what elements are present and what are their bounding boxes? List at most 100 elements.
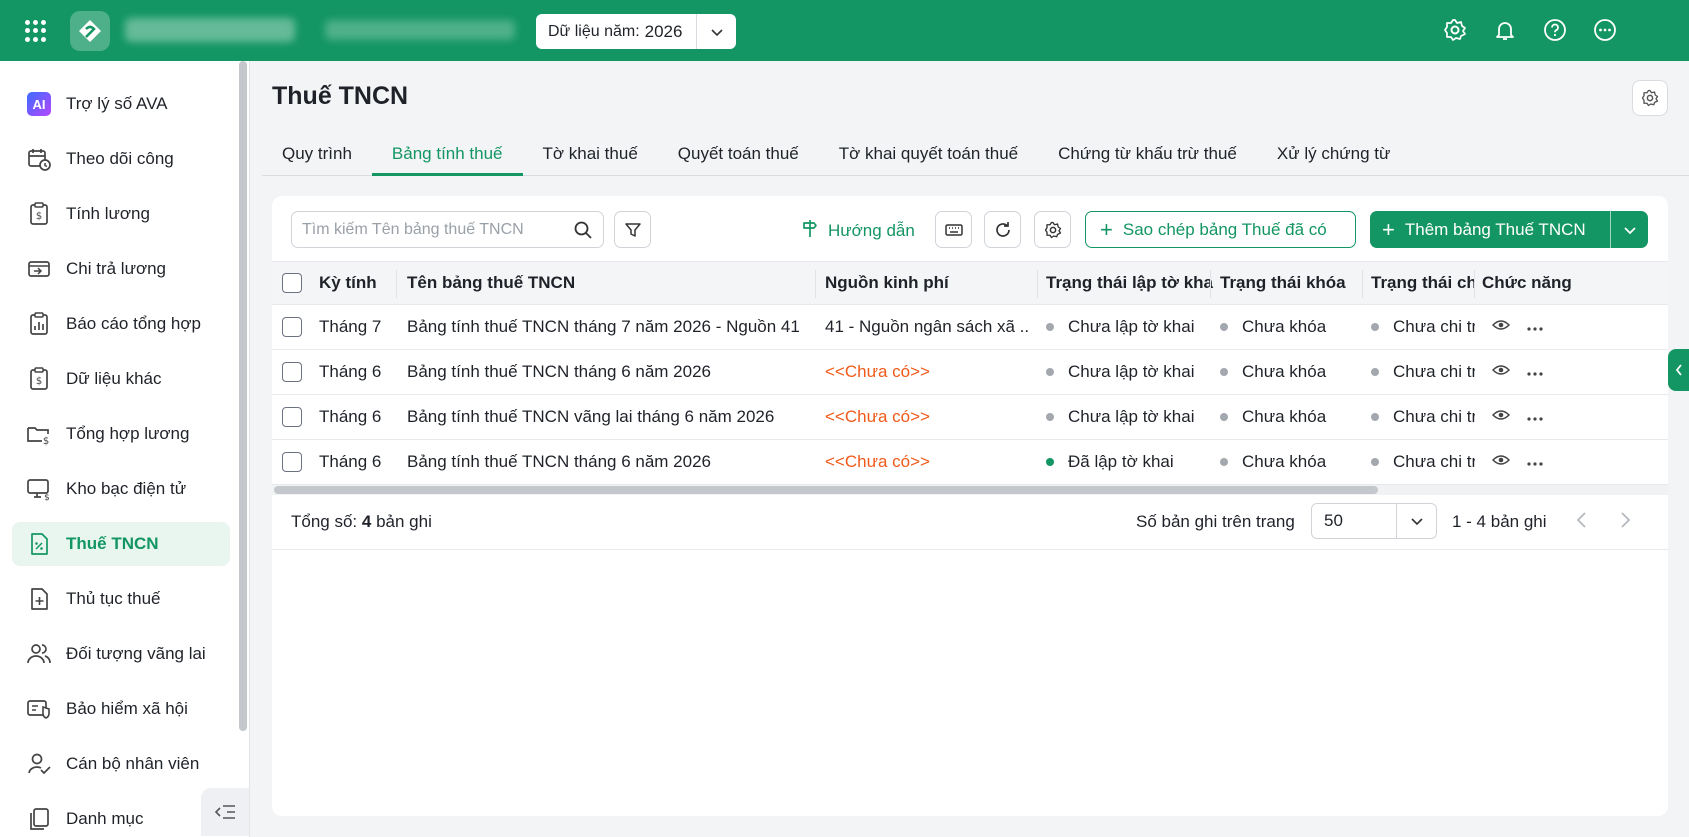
year-select[interactable]: Dữ liệu năm: 2026 [536, 14, 736, 49]
filter-button[interactable] [614, 211, 651, 248]
add-tax-table-button[interactable]: + Thêm bảng Thuế TNCN [1370, 211, 1648, 248]
table-row[interactable]: Tháng 6 Bảng tính thuế TNCN tháng 6 năm … [272, 350, 1668, 395]
tab-voucher-processing[interactable]: Xử lý chứng từ [1257, 134, 1411, 176]
refresh-button[interactable] [984, 211, 1021, 248]
view-eye-icon[interactable] [1492, 361, 1511, 384]
sidebar-item-catalog[interactable]: Danh mục [12, 797, 230, 837]
tab-withholding-voucher[interactable]: Chứng từ khấu trừ thuế [1038, 134, 1257, 176]
sidebar-item-treasury[interactable]: $ Kho bạc điện tử [12, 467, 230, 511]
sidebar-item-other-data[interactable]: $ Dữ liệu khác [12, 357, 230, 401]
header-declaration-status[interactable]: Trạng thái lập tờ khai [1046, 262, 1214, 304]
page-settings-icon[interactable] [1632, 80, 1668, 116]
search-icon[interactable] [573, 220, 593, 245]
chevron-down-icon[interactable] [1396, 504, 1436, 538]
sidebar-item-ava[interactable]: AI Trợ lý số AVA [12, 82, 230, 126]
row-checkbox[interactable] [282, 350, 302, 394]
settings-gear-icon[interactable] [1441, 16, 1469, 44]
status-dot [1371, 458, 1379, 466]
expand-right-panel-icon[interactable] [1668, 349, 1689, 391]
table-row[interactable]: Tháng 6 Bảng tính thuế TNCN tháng 6 năm … [272, 440, 1668, 485]
guide-link[interactable]: Hướng dẫn [800, 218, 915, 243]
total-records: Tổng số: 4 bản ghi [291, 512, 432, 532]
cell-table-name[interactable]: Bảng tính thuế TNCN tháng 6 năm 2026 [407, 350, 807, 394]
declaration-status-text: Chưa lập tờ khai [1068, 362, 1195, 381]
next-page-icon[interactable] [1615, 510, 1635, 535]
sidebar-item-non-resident[interactable]: Đối tượng vãng lai [12, 632, 230, 676]
declaration-status-text: Chưa lập tờ khai [1068, 407, 1195, 426]
view-eye-icon[interactable] [1492, 451, 1511, 474]
sidebar-item-social-insurance[interactable]: Bảo hiểm xã hội [12, 687, 230, 731]
users-icon [26, 641, 52, 667]
collapse-sidebar-icon[interactable] [201, 788, 249, 836]
sidebar-item-label: Bảo hiểm xã hội [66, 699, 188, 718]
organization-name-blurred [325, 20, 515, 40]
cell-actions [1492, 440, 1562, 484]
header-lock-status[interactable]: Trạng thái khóa [1220, 262, 1360, 304]
select-all-checkbox[interactable] [282, 262, 302, 304]
lock-status-text: Chưa khóa [1242, 452, 1327, 471]
calendar-clock-icon [26, 146, 52, 172]
more-actions-icon[interactable] [1526, 317, 1544, 337]
table-settings-button[interactable] [1034, 211, 1071, 248]
add-dropdown-chevron-icon[interactable] [1610, 211, 1648, 248]
tab-finalization-declaration[interactable]: Tờ khai quyết toán thuế [819, 134, 1038, 176]
tab-tax-table[interactable]: Bảng tính thuế [371, 134, 523, 176]
chevron-down-icon[interactable] [696, 14, 736, 49]
tab-tax-finalization[interactable]: Quyết toán thuế [658, 134, 819, 176]
more-options-icon[interactable] [1591, 16, 1619, 44]
sidebar-item-label: Theo dõi công [66, 149, 174, 168]
per-page-select[interactable]: 50 [1311, 503, 1437, 539]
sidebar-scrollbar[interactable] [239, 61, 247, 731]
bell-icon[interactable] [1491, 16, 1519, 44]
table-row[interactable]: Tháng 6 Bảng tính thuế TNCN vãng lai thá… [272, 395, 1668, 440]
sidebar-item-tax-procedure[interactable]: Thủ tục thuế [12, 577, 230, 621]
payment-status-text: Chưa chi trả [1393, 362, 1475, 381]
header-funding-source[interactable]: Nguồn kinh phí [825, 262, 1030, 304]
scrollbar-thumb[interactable] [274, 486, 1378, 494]
sidebar-item-report[interactable]: Báo cáo tổng hợp [12, 302, 230, 346]
search-input[interactable] [302, 220, 562, 239]
sidebar-item-salary-calc[interactable]: $ Tính lương [12, 192, 230, 236]
tab-process[interactable]: Quy trình [262, 134, 372, 176]
row-checkbox[interactable] [282, 440, 302, 484]
status-dot [1220, 413, 1228, 421]
app-logo[interactable] [70, 11, 110, 51]
cell-lock-status: Chưa khóa [1220, 350, 1360, 394]
view-eye-icon[interactable] [1492, 316, 1511, 339]
insurance-icon [26, 696, 52, 722]
refresh-icon [995, 221, 1010, 237]
copy-tax-table-button[interactable]: + Sao chép bảng Thuế đã có [1085, 211, 1356, 248]
cell-table-name[interactable]: Bảng tính thuế TNCN vãng lai tháng 6 năm… [407, 395, 807, 439]
more-actions-icon[interactable] [1526, 452, 1544, 472]
keyboard-icon [944, 223, 963, 236]
cell-funding-source: <<Chưa có>> [825, 452, 930, 471]
svg-text:$: $ [36, 376, 42, 387]
payment-status-text: Chưa chi trả [1393, 317, 1475, 336]
sidebar-item-salary-payment[interactable]: Chi trả lương [12, 247, 230, 291]
more-actions-icon[interactable] [1526, 362, 1544, 382]
gear-icon [1044, 221, 1061, 238]
row-checkbox[interactable] [282, 395, 302, 439]
sidebar-item-personal-income-tax[interactable]: Thuế TNCN [12, 522, 230, 566]
view-eye-icon[interactable] [1492, 406, 1511, 429]
sidebar-item-salary-summary[interactable]: $ Tổng hợp lương [12, 412, 230, 456]
keyboard-shortcut-button[interactable] [935, 211, 972, 248]
row-checkbox[interactable] [282, 305, 302, 349]
sidebar-item-attendance[interactable]: Theo dõi công [12, 137, 230, 181]
tab-tax-declaration[interactable]: Tờ khai thuế [523, 134, 658, 176]
search-box[interactable] [291, 211, 604, 248]
apps-grid-icon[interactable] [25, 20, 47, 42]
guide-label: Hướng dẫn [828, 220, 915, 240]
sidebar-item-employees[interactable]: Cán bộ nhân viên [12, 742, 230, 786]
cell-table-name[interactable]: Bảng tính thuế TNCN tháng 6 năm 2026 [407, 440, 807, 484]
header-table-name[interactable]: Tên bảng thuế TNCN [407, 262, 807, 304]
declaration-status-text: Chưa lập tờ khai [1068, 317, 1195, 336]
help-icon[interactable] [1541, 16, 1569, 44]
header-period[interactable]: Kỳ tính [319, 262, 389, 304]
cell-table-name[interactable]: Bảng tính thuế TNCN tháng 7 năm 2026 - N… [407, 305, 807, 349]
header-payment-status[interactable]: Trạng thái chi [1371, 262, 1475, 304]
year-value: 2026 [644, 21, 683, 41]
table-row[interactable]: Tháng 7 Bảng tính thuế TNCN tháng 7 năm … [272, 305, 1668, 350]
prev-page-icon[interactable] [1572, 510, 1592, 535]
more-actions-icon[interactable] [1526, 407, 1544, 427]
